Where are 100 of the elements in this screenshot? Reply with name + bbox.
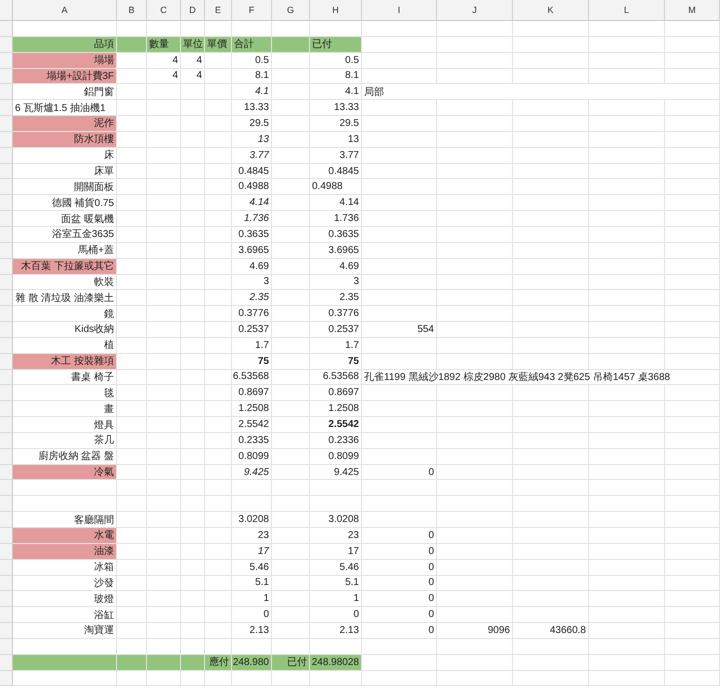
table-cell[interactable]: 畫 xyxy=(13,401,117,418)
row-header[interactable] xyxy=(0,448,13,465)
row-header[interactable] xyxy=(0,338,13,354)
column-header[interactable]: J xyxy=(437,0,513,21)
table-cell[interactable]: 4.1 xyxy=(310,84,362,100)
table-cell[interactable]: 0.2537 xyxy=(232,322,272,338)
row-header[interactable] xyxy=(0,322,13,338)
table-cell[interactable]: 防水頂樓 xyxy=(13,132,117,148)
table-cell[interactable]: 13.33 xyxy=(232,100,272,116)
column-header[interactable]: A xyxy=(13,0,117,21)
table-cell[interactable]: 0 xyxy=(362,591,437,608)
table-cell[interactable]: 燈具 xyxy=(13,417,117,433)
table-cell[interactable]: 5.1 xyxy=(232,576,272,592)
table-cell[interactable]: 0 xyxy=(362,576,437,592)
row-header[interactable] xyxy=(0,36,13,53)
table-cell[interactable]: 0 xyxy=(362,607,437,624)
table-cell[interactable]: 2.35 xyxy=(232,290,272,306)
table-cell[interactable]: 冷氣 xyxy=(13,464,117,480)
table-cell[interactable]: 塌場 xyxy=(13,52,117,69)
table-cell[interactable]: 75 xyxy=(232,354,272,370)
table-cell[interactable]: 水電 xyxy=(13,528,117,544)
table-cell[interactable]: 6.53568 xyxy=(232,370,272,386)
table-cell[interactable]: 13.33 xyxy=(310,100,362,116)
table-cell[interactable]: 油漆 xyxy=(13,544,117,560)
table-cell[interactable]: 23 xyxy=(232,528,272,544)
row-header[interactable] xyxy=(0,226,13,243)
row-header[interactable] xyxy=(0,179,13,196)
table-cell[interactable]: 1.736 xyxy=(310,211,362,227)
table-cell[interactable]: Kids收納 xyxy=(13,322,117,338)
table-cell[interactable]: 0.8099 xyxy=(232,448,272,465)
table-cell[interactable]: 0 xyxy=(362,528,437,544)
column-header[interactable]: C xyxy=(147,0,181,21)
table-cell[interactable]: 1.2508 xyxy=(232,401,272,418)
table-cell[interactable]: 4.14 xyxy=(310,195,362,212)
table-cell[interactable]: 3.0208 xyxy=(232,512,272,528)
column-header[interactable]: M xyxy=(665,0,720,21)
row-header[interactable] xyxy=(0,464,13,480)
table-cell[interactable]: 4 xyxy=(147,52,181,69)
table-cell[interactable]: 0 xyxy=(310,607,362,624)
row-header[interactable] xyxy=(0,512,13,528)
table-cell[interactable]: 0.3776 xyxy=(310,306,362,322)
table-cell[interactable]: 2.13 xyxy=(232,623,272,639)
table-cell[interactable]: 8.1 xyxy=(232,68,272,84)
table-cell[interactable]: 木工 按裝雜項 xyxy=(13,354,117,370)
table-cell[interactable]: 淘寶運 xyxy=(13,623,117,639)
row-header[interactable] xyxy=(0,560,13,576)
table-cell[interactable]: 已付 xyxy=(272,654,310,671)
table-cell[interactable]: 塌場+設計費3F xyxy=(13,68,117,84)
table-cell[interactable]: 開關面板 xyxy=(13,179,117,196)
row-header[interactable] xyxy=(0,211,13,227)
table-cell[interactable]: 2.13 xyxy=(310,623,362,639)
row-header[interactable] xyxy=(0,654,13,671)
table-cell[interactable]: 0 xyxy=(362,544,437,560)
row-header[interactable] xyxy=(0,385,13,402)
table-cell[interactable]: 沙發 xyxy=(13,576,117,592)
table-cell[interactable]: 43660.8 xyxy=(513,623,589,639)
table-cell[interactable]: 0.3635 xyxy=(232,226,272,243)
column-header[interactable]: K xyxy=(513,0,589,21)
table-cell[interactable]: 數量 xyxy=(147,36,181,53)
table-cell[interactable]: 0.3635 xyxy=(310,226,362,243)
table-cell[interactable]: 248.98028 xyxy=(310,654,362,671)
table-cell[interactable]: 1.7 xyxy=(310,338,362,354)
table-cell[interactable]: 1 xyxy=(310,591,362,608)
column-header[interactable]: D xyxy=(181,0,205,21)
table-cell[interactable]: 0.2336 xyxy=(310,432,362,449)
table-cell[interactable]: 17 xyxy=(310,544,362,560)
table-cell[interactable]: 書桌 椅子 xyxy=(13,370,117,386)
row-header[interactable] xyxy=(0,84,13,100)
column-header[interactable]: I xyxy=(362,0,437,21)
table-cell[interactable]: 鏡 xyxy=(13,306,117,322)
row-header[interactable] xyxy=(0,354,13,370)
table-cell[interactable]: 4.1 xyxy=(232,84,272,100)
table-cell[interactable]: 3.77 xyxy=(310,148,362,164)
row-header[interactable] xyxy=(0,164,13,180)
table-cell[interactable]: 面盆 暖氣機 xyxy=(13,211,117,227)
row-header[interactable] xyxy=(0,242,13,259)
table-cell[interactable]: 5.46 xyxy=(232,560,272,576)
table-cell[interactable]: 29.5 xyxy=(232,116,272,132)
row-header[interactable] xyxy=(0,623,13,639)
table-cell[interactable]: 浴缸 xyxy=(13,607,117,624)
table-cell[interactable]: 9.425 xyxy=(310,464,362,480)
table-cell[interactable]: 4.69 xyxy=(232,258,272,274)
table-cell[interactable]: 3.0208 xyxy=(310,512,362,528)
table-cell[interactable]: 孔雀1199 黑絨沙1892 棕皮2980 灰藍絨943 2凳625 吊椅1457 桌3688 xyxy=(362,370,720,386)
table-cell[interactable]: 軟裝 xyxy=(13,274,117,290)
table-cell[interactable]: 29.5 xyxy=(310,116,362,132)
table-cell[interactable]: 248.980 xyxy=(232,654,272,671)
table-cell[interactable]: 5.46 xyxy=(310,560,362,576)
table-cell[interactable]: 0.4845 xyxy=(232,164,272,180)
table-cell[interactable]: 單位 xyxy=(181,36,205,53)
table-cell[interactable]: 2.5542 xyxy=(232,417,272,433)
table-cell[interactable]: 0.4988 xyxy=(232,179,272,196)
row-header[interactable] xyxy=(0,607,13,624)
table-cell[interactable]: 雜 散 清垃圾 油漆樂土 xyxy=(13,290,117,306)
table-cell[interactable]: 0.4988 xyxy=(310,179,362,196)
table-cell[interactable]: 0.8697 xyxy=(232,385,272,402)
table-cell[interactable]: 鋁門窗 xyxy=(13,84,117,100)
column-header[interactable]: B xyxy=(117,0,147,21)
table-cell[interactable]: 3.77 xyxy=(232,148,272,164)
column-header[interactable]: F xyxy=(232,0,272,21)
